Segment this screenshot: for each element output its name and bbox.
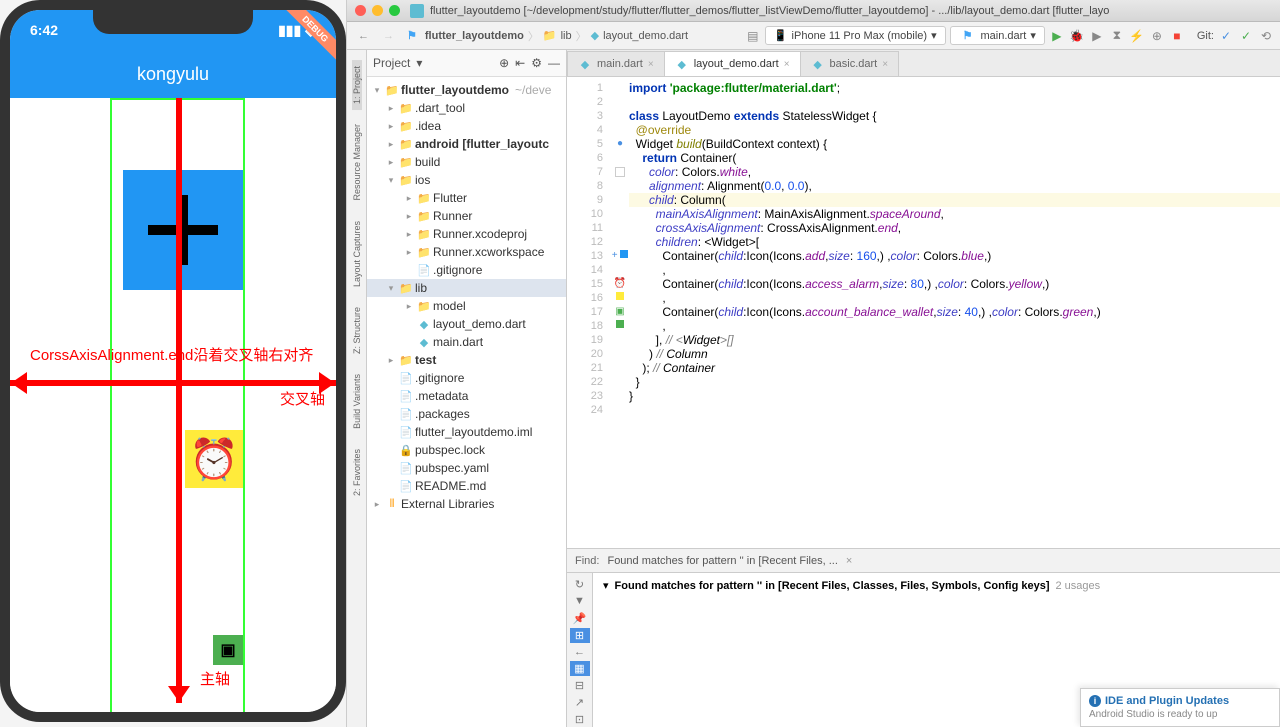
- signal-icon: ▮▮▮: [278, 22, 301, 39]
- stop-icon[interactable]: ■: [1169, 28, 1185, 44]
- close-icon[interactable]: [355, 5, 366, 16]
- rail-build[interactable]: Build Variants: [352, 368, 362, 435]
- export-icon[interactable]: ↗: [570, 695, 590, 710]
- app-body: ⏰ ▣ CorssAxisAlignment.end沿着交叉轴右对齐 交叉轴 主…: [10, 98, 336, 712]
- crumb-folder[interactable]: lib: [561, 30, 572, 42]
- git-history-icon[interactable]: ⟲: [1258, 28, 1274, 44]
- project-panel: Project ▾ ⊕ ⇤ ⚙ — ▾📁flutter_layoutdemo~/…: [367, 50, 567, 727]
- close-icon[interactable]: ×: [882, 59, 888, 70]
- cross-axis-arrow: [10, 380, 336, 386]
- hot-reload-icon[interactable]: ⚡: [1129, 28, 1145, 44]
- rail-captures[interactable]: Layout Captures: [352, 215, 362, 293]
- close-icon[interactable]: ×: [648, 59, 654, 70]
- yellow-square: ⏰: [185, 430, 243, 488]
- green-square: ▣: [213, 635, 243, 665]
- dart-icon: ◆: [591, 29, 599, 42]
- pin-icon[interactable]: 📌: [570, 611, 590, 626]
- group-icon[interactable]: ▦: [570, 661, 590, 676]
- back-icon[interactable]: ←: [570, 645, 590, 660]
- tab-layout[interactable]: ◆layout_demo.dart×: [664, 51, 801, 76]
- app-bar: kongyulu: [10, 50, 336, 98]
- find-text[interactable]: Found matches for pattern '' in [Recent …: [607, 555, 837, 567]
- run-config-selector[interactable]: ⚑ main.dart ▾: [950, 26, 1045, 45]
- option-icon[interactable]: ⊟: [570, 678, 590, 693]
- nav-back-icon[interactable]: ←: [353, 28, 374, 44]
- simulator: DEBUG 6:42 ▮▮▮ ◈ kongyulu ⏰ ▣ CorssAxisA…: [0, 0, 346, 722]
- filter-icon[interactable]: ▼: [570, 594, 590, 609]
- attach-icon[interactable]: ⊕: [1149, 28, 1165, 44]
- settings-icon[interactable]: ⊡: [570, 712, 590, 727]
- code-text[interactable]: import 'package:flutter/material.dart'; …: [629, 77, 1280, 548]
- window-title: flutter_layoutdemo [~/development/study/…: [430, 5, 1109, 17]
- crumb-project[interactable]: flutter_layoutdemo: [425, 30, 524, 42]
- run-icon[interactable]: ▶: [1049, 28, 1065, 44]
- chevron-down-icon: ▾: [931, 29, 937, 42]
- cross-axis-label: 交叉轴: [280, 388, 325, 409]
- cross-align-label: CorssAxisAlignment.end沿着交叉轴右对齐: [30, 344, 313, 365]
- main-toolbar: ← → ⚑ flutter_layoutdemo 〉 📁 lib 〉 ◆ lay…: [347, 22, 1280, 50]
- status-time: 6:42: [30, 22, 58, 38]
- rail-project[interactable]: 1: Project: [352, 60, 362, 110]
- chevron-down-icon: ▾: [1030, 29, 1036, 42]
- simulator-screen: DEBUG 6:42 ▮▮▮ ◈ kongyulu ⏰ ▣ CorssAxisA…: [10, 10, 336, 712]
- results-toolbar: ↻ ▼ 📌 ⊞ ← ▦ ⊟ ↗ ⊡: [567, 573, 593, 727]
- blue-square: [123, 170, 243, 290]
- main-split: 1: Project Resource Manager Layout Captu…: [347, 50, 1280, 727]
- window-controls[interactable]: [355, 5, 400, 16]
- flutter-icon: ⚑: [963, 29, 973, 42]
- profile-icon[interactable]: ⧗: [1109, 28, 1125, 44]
- rail-resource[interactable]: Resource Manager: [352, 118, 362, 207]
- tab-main[interactable]: ◆main.dart×: [567, 51, 665, 76]
- results-summary: Found matches for pattern '' in [Recent …: [615, 580, 1050, 592]
- nav-fwd-icon[interactable]: →: [378, 28, 399, 44]
- main-axis-arrow: [176, 98, 182, 703]
- coverage-icon[interactable]: ▶: [1089, 28, 1105, 44]
- editor-area: ◆main.dart× ◆layout_demo.dart× ◆basic.da…: [567, 50, 1280, 727]
- close-icon[interactable]: ×: [784, 59, 790, 70]
- git-toolbar: Git: ✓ ✓ ⟲: [1197, 28, 1274, 44]
- gear-icon[interactable]: ⚙: [531, 56, 542, 70]
- rail-structure[interactable]: Z: Structure: [352, 301, 362, 360]
- tab-basic[interactable]: ◆basic.dart×: [800, 51, 900, 76]
- git-update-icon[interactable]: ✓: [1218, 28, 1234, 44]
- find-label: Find:: [575, 555, 599, 567]
- hide-icon[interactable]: —: [548, 56, 560, 70]
- phone-icon: 📱: [774, 29, 788, 42]
- project-tree[interactable]: ▾📁flutter_layoutdemo~/deve ▸📁.dart_tool …: [367, 77, 566, 727]
- ide-window: flutter_layoutdemo [~/development/study/…: [346, 0, 1280, 727]
- main-axis-label: 主轴: [200, 668, 230, 689]
- editor-tabs: ◆main.dart× ◆layout_demo.dart× ◆basic.da…: [567, 50, 1280, 77]
- find-bar: Find: Found matches for pattern '' in [R…: [567, 548, 1280, 572]
- notification-popup[interactable]: iIDE and Plugin Updates Android Studio i…: [1080, 688, 1280, 727]
- expand-icon[interactable]: ⊞: [570, 628, 590, 643]
- rerun-icon[interactable]: ↻: [570, 577, 590, 592]
- git-commit-icon[interactable]: ✓: [1238, 28, 1254, 44]
- left-rail: 1: Project Resource Manager Layout Captu…: [347, 50, 367, 727]
- tool-icon[interactable]: ▤: [745, 28, 761, 44]
- project-header: Project ▾ ⊕ ⇤ ⚙ —: [367, 50, 566, 77]
- flutter-icon: ⚑: [407, 29, 417, 42]
- device-selector[interactable]: 📱 iPhone 11 Pro Max (mobile) ▾: [765, 26, 946, 45]
- close-icon[interactable]: ×: [846, 555, 852, 567]
- collapse-icon[interactable]: ⇤: [515, 56, 525, 70]
- folder-icon: 📁: [543, 29, 557, 42]
- minimize-icon[interactable]: [372, 5, 383, 16]
- app-title: kongyulu: [137, 64, 209, 85]
- code-editor[interactable]: 123456789101112131415161718192021222324 …: [567, 77, 1280, 548]
- zoom-icon[interactable]: [389, 5, 400, 16]
- rail-fav[interactable]: 2: Favorites: [352, 443, 362, 502]
- notch: [93, 10, 253, 34]
- chevron-down-icon[interactable]: ▾: [603, 579, 609, 592]
- titlebar: flutter_layoutdemo [~/development/study/…: [347, 0, 1280, 22]
- usage-count: 2 usages: [1055, 580, 1100, 592]
- info-icon: i: [1089, 695, 1101, 707]
- target-icon[interactable]: ⊕: [499, 56, 509, 70]
- crumb-file[interactable]: layout_demo.dart: [603, 30, 688, 42]
- chevron-down-icon[interactable]: ▾: [416, 56, 422, 70]
- gutter-icons: ●+ ⏰ ▣: [611, 77, 629, 548]
- debug-icon[interactable]: 🐞: [1069, 28, 1085, 44]
- project-view-label[interactable]: Project: [373, 56, 410, 70]
- app-icon: [410, 4, 424, 18]
- line-gutter: 123456789101112131415161718192021222324: [567, 77, 611, 548]
